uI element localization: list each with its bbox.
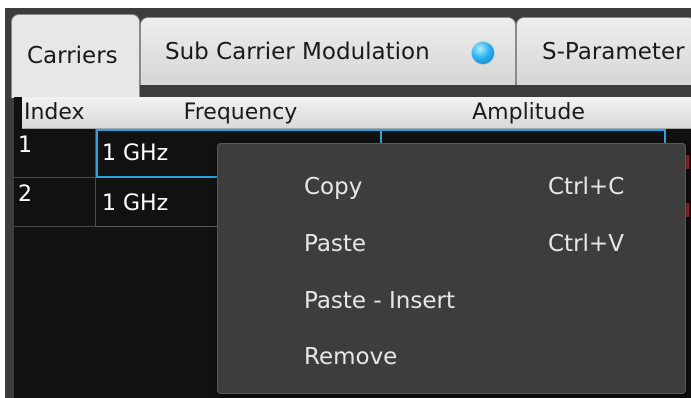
row-index-cell: 2 [14, 178, 96, 227]
menu-item-label: Copy [304, 174, 363, 200]
window: S-Parameter Sub Carrier Modulation Carri… [0, 0, 691, 398]
tab-s-parameter[interactable]: S-Parameter [516, 17, 691, 85]
status-dot-icon [472, 42, 494, 64]
menu-item-copy[interactable]: Copy Ctrl+C [218, 163, 685, 211]
menu-item-label: Paste [304, 231, 367, 257]
menu-item-paste[interactable]: Paste Ctrl+V [218, 220, 685, 268]
tab-s-parameter-label: S-Parameter [542, 39, 685, 65]
menu-item-shortcut: Ctrl+V [548, 231, 624, 257]
tab-carriers-label: Carriers [27, 43, 118, 69]
menu-item-label: Paste - Insert [304, 288, 455, 314]
menu-item-paste-insert[interactable]: Paste - Insert [218, 277, 685, 325]
column-header-amplitude[interactable]: Amplitude [380, 97, 678, 129]
tab-sub-carrier-modulation[interactable]: Sub Carrier Modulation [140, 17, 516, 85]
warning-marker-icon [686, 203, 689, 217]
column-header-extra[interactable] [664, 97, 691, 129]
row-index-cell: 1 [14, 129, 96, 178]
menu-item-shortcut: Ctrl+C [548, 174, 625, 200]
tab-sub-carrier-modulation-label: Sub Carrier Modulation [165, 39, 430, 65]
column-header-frequency[interactable]: Frequency [94, 97, 388, 129]
menu-item-remove[interactable]: Remove [218, 333, 685, 381]
context-menu[interactable]: Copy Ctrl+C Paste Ctrl+V Paste - Insert … [217, 143, 686, 394]
warning-marker-icon [686, 155, 689, 169]
menu-item-label: Remove [304, 344, 398, 370]
tab-carriers[interactable]: Carriers [11, 14, 140, 98]
